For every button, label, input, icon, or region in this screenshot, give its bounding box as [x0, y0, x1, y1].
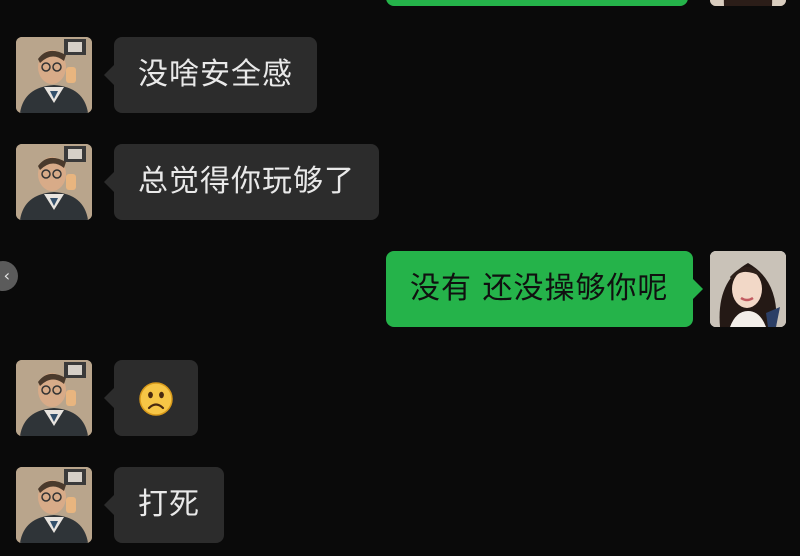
chat-screen: 没啥安全感 总觉得你玩够了 ‹ 没有 还没操够你呢 打死 — [0, 0, 800, 556]
message-bubble-incoming[interactable]: 没啥安全感 — [104, 37, 317, 113]
message-text: 打死 — [138, 487, 200, 522]
man-avatar-icon — [16, 467, 92, 543]
message-bubble-incoming-emoji[interactable] — [104, 360, 198, 436]
avatar-contact[interactable] — [16, 360, 92, 436]
woman-avatar-icon — [710, 251, 786, 327]
frowning-face-emoji-icon — [138, 381, 174, 417]
avatar-self[interactable] — [710, 251, 786, 327]
man-avatar-icon — [16, 37, 92, 113]
message-bubble-outgoing-partial[interactable] — [386, 0, 688, 6]
message-text: 总觉得你玩够了 — [138, 164, 355, 199]
message-bubble-incoming[interactable]: 打死 — [104, 467, 224, 543]
man-avatar-icon — [16, 360, 92, 436]
message-text: 没有 还没操够你呢 — [410, 271, 669, 306]
avatar-contact[interactable] — [16, 37, 92, 113]
message-bubble-incoming[interactable]: 总觉得你玩够了 — [104, 144, 379, 220]
man-avatar-icon — [16, 144, 92, 220]
woman-avatar-icon — [710, 0, 786, 6]
message-text: 没啥安全感 — [138, 57, 293, 92]
chevron-left-icon[interactable]: ‹ — [0, 261, 18, 291]
avatar-contact[interactable] — [16, 467, 92, 543]
avatar-self-partial[interactable] — [710, 0, 786, 6]
message-bubble-outgoing[interactable]: 没有 还没操够你呢 — [386, 251, 703, 327]
avatar-contact[interactable] — [16, 144, 92, 220]
